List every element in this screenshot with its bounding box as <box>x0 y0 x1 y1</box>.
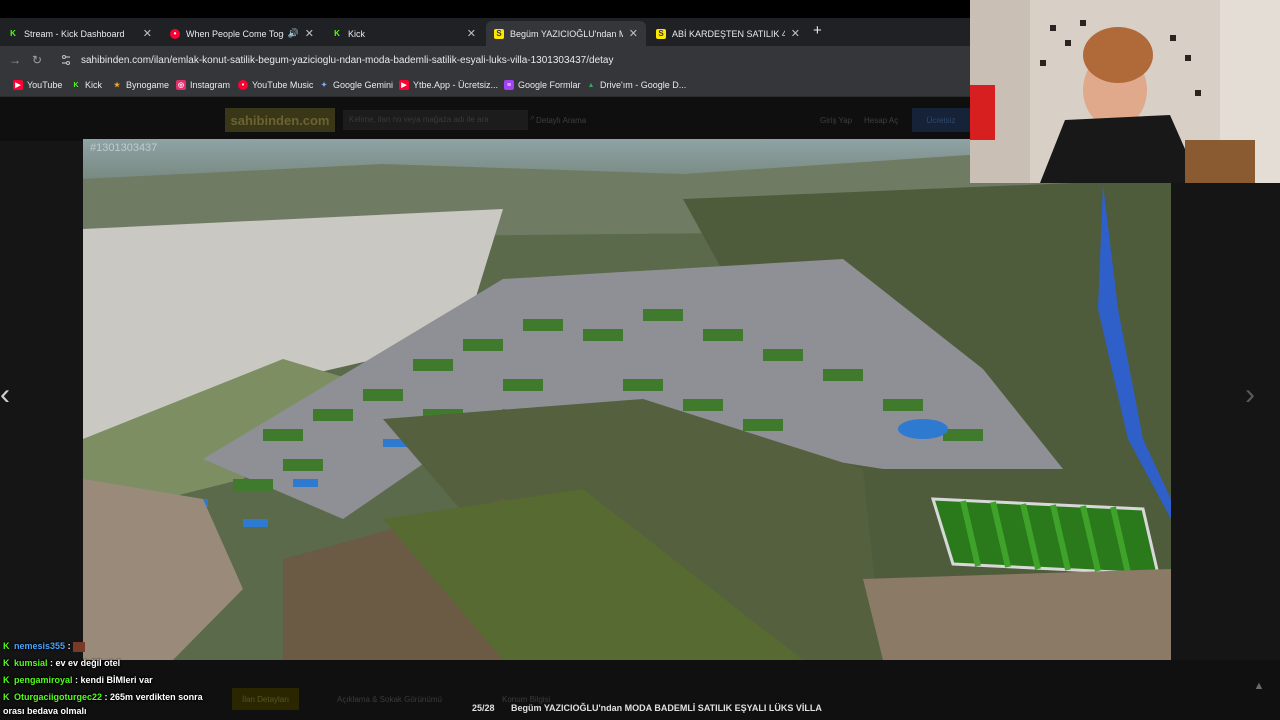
bynogame-icon: ★ <box>113 82 121 89</box>
new-tab-button[interactable]: + <box>813 22 822 39</box>
chat-username: pengamiroyal <box>14 675 73 685</box>
chat-text: : 265m verdikten sonra <box>104 692 203 702</box>
chat-text: : ev ev değil otel <box>50 658 121 668</box>
close-icon[interactable]: ✕ <box>791 27 800 40</box>
bookmark-youtube[interactable]: ▶ YouTube <box>13 80 62 90</box>
chevron-left-icon[interactable]: ‹ <box>0 378 10 412</box>
kick-icon: K <box>3 658 10 668</box>
url-field[interactable]: sahibinden.com/ilan/emlak-konut-satilik-… <box>81 55 613 66</box>
tab-begum-listing[interactable]: S Begüm YAZICIOĞLU'ndan MOD ✕ <box>486 21 646 46</box>
site-settings-icon[interactable] <box>60 54 72 66</box>
bookmark-label: Kick <box>85 80 103 90</box>
kick-icon: K <box>10 29 16 38</box>
bookmark-label: YouTube <box>27 80 63 90</box>
tab-kick-dashboard[interactable]: K Stream - Kick Dashboard ✕ <box>0 21 160 46</box>
bookmark-label: Instagram <box>190 80 231 90</box>
tab-youtube-music[interactable]: • When People Come Togeth 🔊 ✕ <box>162 21 322 46</box>
chat-message: K Oturgaciigoturgec22 : 265m verdikten so… <box>3 692 203 702</box>
tab-title: ABİ KARDEŞTEN SATILIK 4+1 D <box>672 28 785 39</box>
chat-username: Oturgaciigoturgec22 <box>14 692 103 702</box>
bookmark-label: Google Gemini <box>333 80 394 90</box>
tab-description[interactable]: Açıklama & Sokak Görünümü <box>327 688 452 710</box>
chat-text: orası bedava olmalı <box>3 706 87 716</box>
instagram-icon: ◎ <box>176 80 186 90</box>
detailed-search-link[interactable]: Detaylı Arama <box>536 116 586 125</box>
chat-username: kumsial <box>14 658 48 668</box>
chat-message-continued: orası bedava olmalı <box>3 706 87 716</box>
kick-icon: K <box>3 692 10 702</box>
forms-icon: ≡ <box>504 80 514 90</box>
drive-icon: ▲ <box>587 81 595 89</box>
chat-username: nemesis355 <box>14 641 66 651</box>
tab-title: Stream - Kick Dashboard <box>24 28 125 39</box>
listing-id-watermark: #1301303437 <box>90 142 158 154</box>
close-icon[interactable]: ✕ <box>629 27 638 40</box>
photo-counter: 25/28 <box>472 703 495 713</box>
chat-message: Kpengamiroyal : kendi BİMleri var <box>3 675 153 685</box>
tab-title: Kick <box>348 28 366 39</box>
kick-icon: K <box>3 675 10 685</box>
address-bar: → ↻ sahibinden.com/ilan/emlak-konut-sati… <box>0 46 970 75</box>
youtube-music-icon: • <box>170 28 180 39</box>
chevron-right-icon[interactable]: › <box>1245 378 1255 412</box>
tab-listing-details[interactable]: İlan Detayları <box>232 688 300 710</box>
close-icon[interactable]: ✕ <box>305 27 314 40</box>
register-link[interactable]: Hesap Aç <box>864 116 898 125</box>
bookmark-drive[interactable]: ▲ Drive'ım - Google D... <box>586 80 687 90</box>
bookmark-google-forms[interactable]: ≡ Google Formlar <box>504 80 581 90</box>
kick-icon: K <box>73 81 79 89</box>
photo-caption: Begüm YAZICIOĞLU'ndan MODA BADEMLİ SATIL… <box>511 703 822 713</box>
chat-message: Kkumsial : ev ev değil otel <box>3 658 120 668</box>
youtube-music-icon: • <box>238 80 248 90</box>
tab-kick[interactable]: K Kick ✕ <box>324 21 484 46</box>
tab-strip: K Stream - Kick Dashboard ✕ • When Peopl… <box>0 18 970 46</box>
bookmark-youtube-music[interactable]: • YouTube Music <box>238 80 313 90</box>
gemini-icon: ✦ <box>321 82 327 89</box>
free-listing-button[interactable]: Ücretsiz <box>912 108 970 132</box>
bookmark-ytbe-app[interactable]: ▶ Ytbe.App - Ücretsiz... <box>399 80 498 90</box>
scroll-top-icon[interactable]: ▲ <box>1250 680 1268 698</box>
webcam-overlay <box>970 0 1280 183</box>
tab-title: Begüm YAZICIOĞLU'ndan MOD <box>510 28 623 39</box>
sahibinden-icon: S <box>494 28 504 39</box>
bookmark-label: Drive'ım - Google D... <box>600 80 687 90</box>
forward-icon[interactable]: → <box>9 53 21 67</box>
youtube-icon: ▶ <box>13 80 23 90</box>
bookmark-label: Google Formlar <box>518 80 581 90</box>
bookmark-label: Bynogame <box>126 80 170 90</box>
reload-icon[interactable]: ↻ <box>32 53 42 67</box>
close-icon[interactable]: ✕ <box>143 27 152 40</box>
kick-icon: K <box>3 641 10 651</box>
bookmark-bynogame[interactable]: ★ Bynogame <box>112 80 169 90</box>
bookmark-label: YouTube Music <box>252 80 314 90</box>
listing-photo[interactable] <box>83 139 1171 660</box>
speaker-icon[interactable]: 🔊 <box>288 28 299 39</box>
tab-abi-kardesten[interactable]: S ABİ KARDEŞTEN SATILIK 4+1 D ✕ <box>648 21 808 46</box>
login-link[interactable]: Giriş Yap <box>820 116 852 125</box>
site-logo[interactable]: sahibinden.com <box>225 108 335 132</box>
bookmark-instagram[interactable]: ◎ Instagram <box>176 80 230 90</box>
chat-text: : kendi BİMleri var <box>75 675 153 685</box>
chat-message: Knemesis355 : <box>3 641 86 652</box>
emote-icon <box>73 641 86 652</box>
youtube-icon: ▶ <box>399 80 409 90</box>
window-top-strip <box>0 0 970 18</box>
close-icon[interactable]: ✕ <box>467 27 476 40</box>
tab-title: When People Come Togeth <box>186 28 284 39</box>
bookmark-gemini[interactable]: ✦ Google Gemini <box>319 80 393 90</box>
bookmark-kick[interactable]: K Kick <box>71 80 102 90</box>
site-search-input[interactable]: Kelime, ilan no veya mağaza adı ile ara <box>343 110 528 130</box>
chat-text: : <box>67 641 71 651</box>
sahibinden-icon: S <box>656 28 666 39</box>
search-icon[interactable]: ⌕ <box>530 112 535 123</box>
bookmarks-bar: ▶ YouTube K Kick ★ Bynogame ◎ Instagram • You… <box>0 75 970 97</box>
bookmark-label: Ytbe.App - Ücretsiz... <box>413 80 499 90</box>
kick-icon: K <box>334 29 340 38</box>
